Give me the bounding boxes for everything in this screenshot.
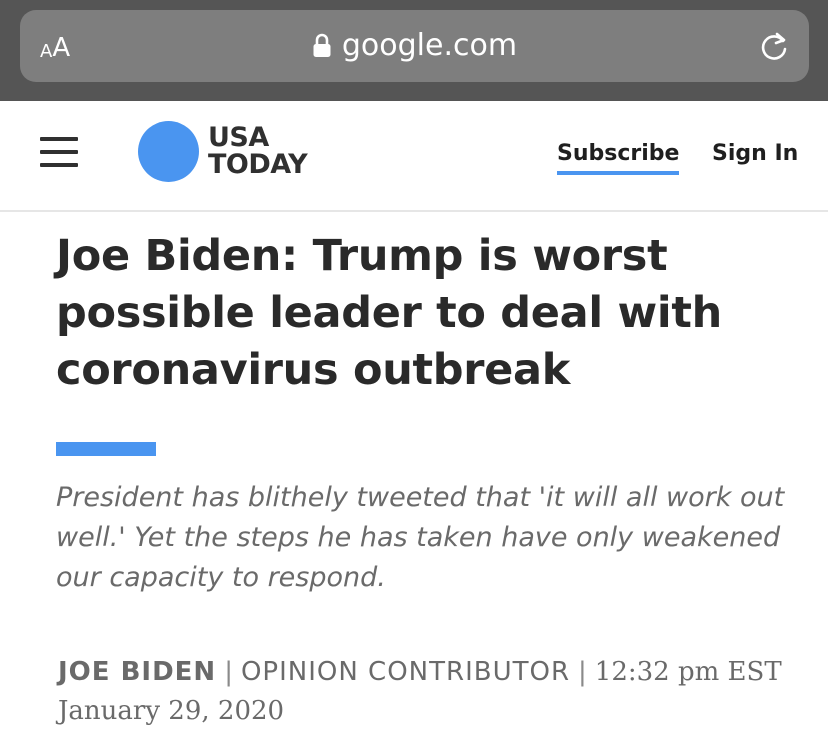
sign-in-link[interactable]: Sign In [712, 141, 798, 166]
author-name[interactable]: JOE BIDEN [58, 657, 216, 687]
address-bar[interactable]: AA google.com [20, 10, 809, 82]
reload-icon[interactable] [757, 30, 791, 64]
article-byline: JOE BIDEN | OPINION CONTRIBUTOR | 12:32 pm E… [58, 652, 798, 730]
browser-toolbar: AA google.com [0, 0, 828, 101]
usa-today-logo-circle[interactable] [138, 121, 199, 182]
article-headline: Joe Biden: Trump is worst possible leade… [56, 231, 722, 395]
byline-separator-2: | [578, 657, 587, 687]
site-header: USA TODAY Subscribe Sign In [0, 101, 828, 212]
article-subhead: President has blithely tweeted that 'it … [56, 482, 785, 593]
headline-accent-bar [56, 442, 156, 456]
usa-today-logo-text[interactable]: USA TODAY [208, 122, 308, 180]
logo-line-usa: USA [208, 122, 269, 153]
subscribe-link[interactable]: Subscribe [557, 141, 680, 175]
author-role: OPINION CONTRIBUTOR [240, 657, 571, 687]
hamburger-icon[interactable] [40, 137, 78, 167]
logo-line-today: TODAY [208, 149, 308, 180]
url-text: google.com [341, 28, 518, 63]
url-display[interactable]: google.com [20, 28, 809, 64]
byline-separator: | [224, 657, 233, 687]
lock-icon [313, 33, 331, 57]
